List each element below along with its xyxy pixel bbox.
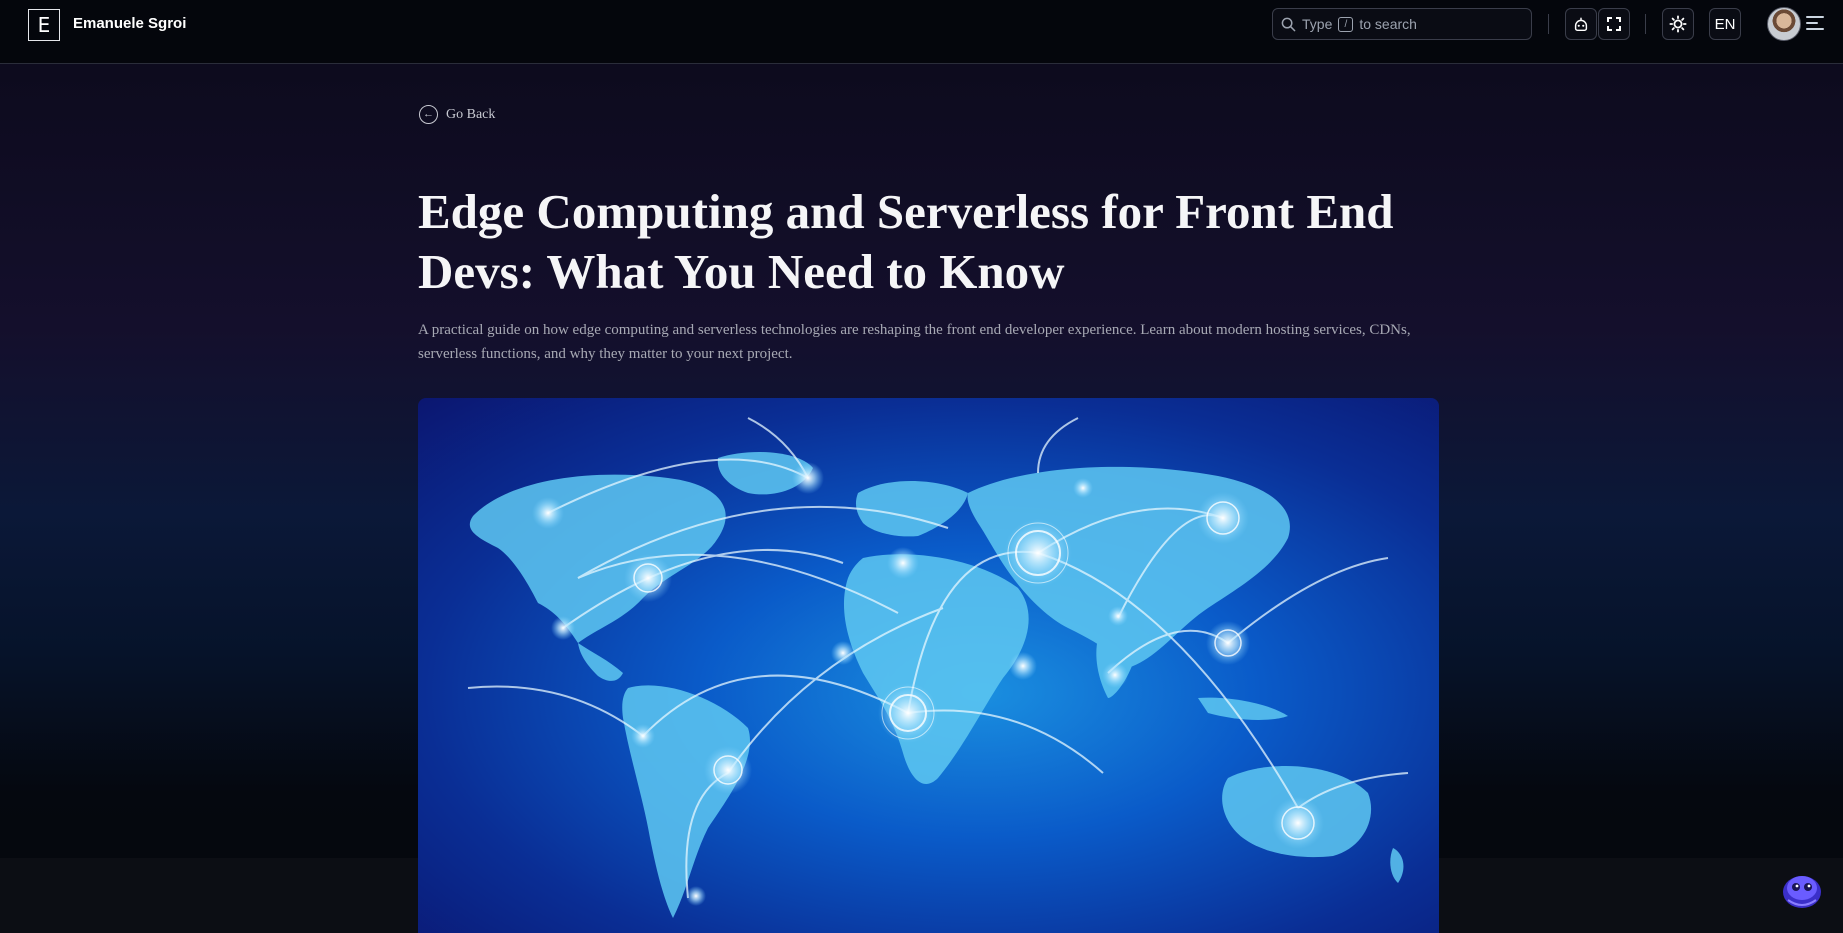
language-switcher[interactable]: EN (1709, 8, 1741, 40)
search-shortcut-key: / (1338, 16, 1354, 32)
search-input[interactable]: Type / to search (1272, 8, 1532, 40)
article-subtitle: A practical guide on how edge computing … (418, 322, 1411, 362)
hero-image-world-network (418, 398, 1439, 933)
fullscreen-button[interactable] (1598, 8, 1630, 40)
divider (1645, 14, 1646, 34)
divider (1548, 14, 1549, 34)
search-placeholder-prefix: Type (1302, 16, 1333, 32)
site-name[interactable]: Emanuele Sgroi (73, 15, 186, 32)
go-back-label: Go Back (446, 106, 496, 122)
search-placeholder-suffix: to search (1359, 16, 1417, 32)
theme-toggle-button[interactable] (1662, 8, 1694, 40)
top-navbar: E Emanuele Sgroi Type / to search EN (0, 0, 1843, 64)
arrow-left-circle-icon: ← (419, 105, 438, 124)
chat-bot-button[interactable] (1780, 868, 1824, 910)
site-logo[interactable]: E (28, 9, 60, 41)
go-back-link[interactable]: ← Go Back (419, 105, 495, 124)
search-icon (1281, 17, 1296, 31)
chat-bot-icon (1783, 876, 1821, 908)
hamburger-menu-icon[interactable] (1806, 16, 1824, 32)
article-title: Edge Computing and Serverless for Front … (418, 184, 1394, 299)
ai-bot-icon (1574, 17, 1588, 32)
fullscreen-icon (1607, 17, 1621, 31)
ai-assistant-button[interactable] (1565, 8, 1597, 40)
sun-icon (1669, 15, 1687, 33)
avatar[interactable] (1767, 7, 1801, 41)
